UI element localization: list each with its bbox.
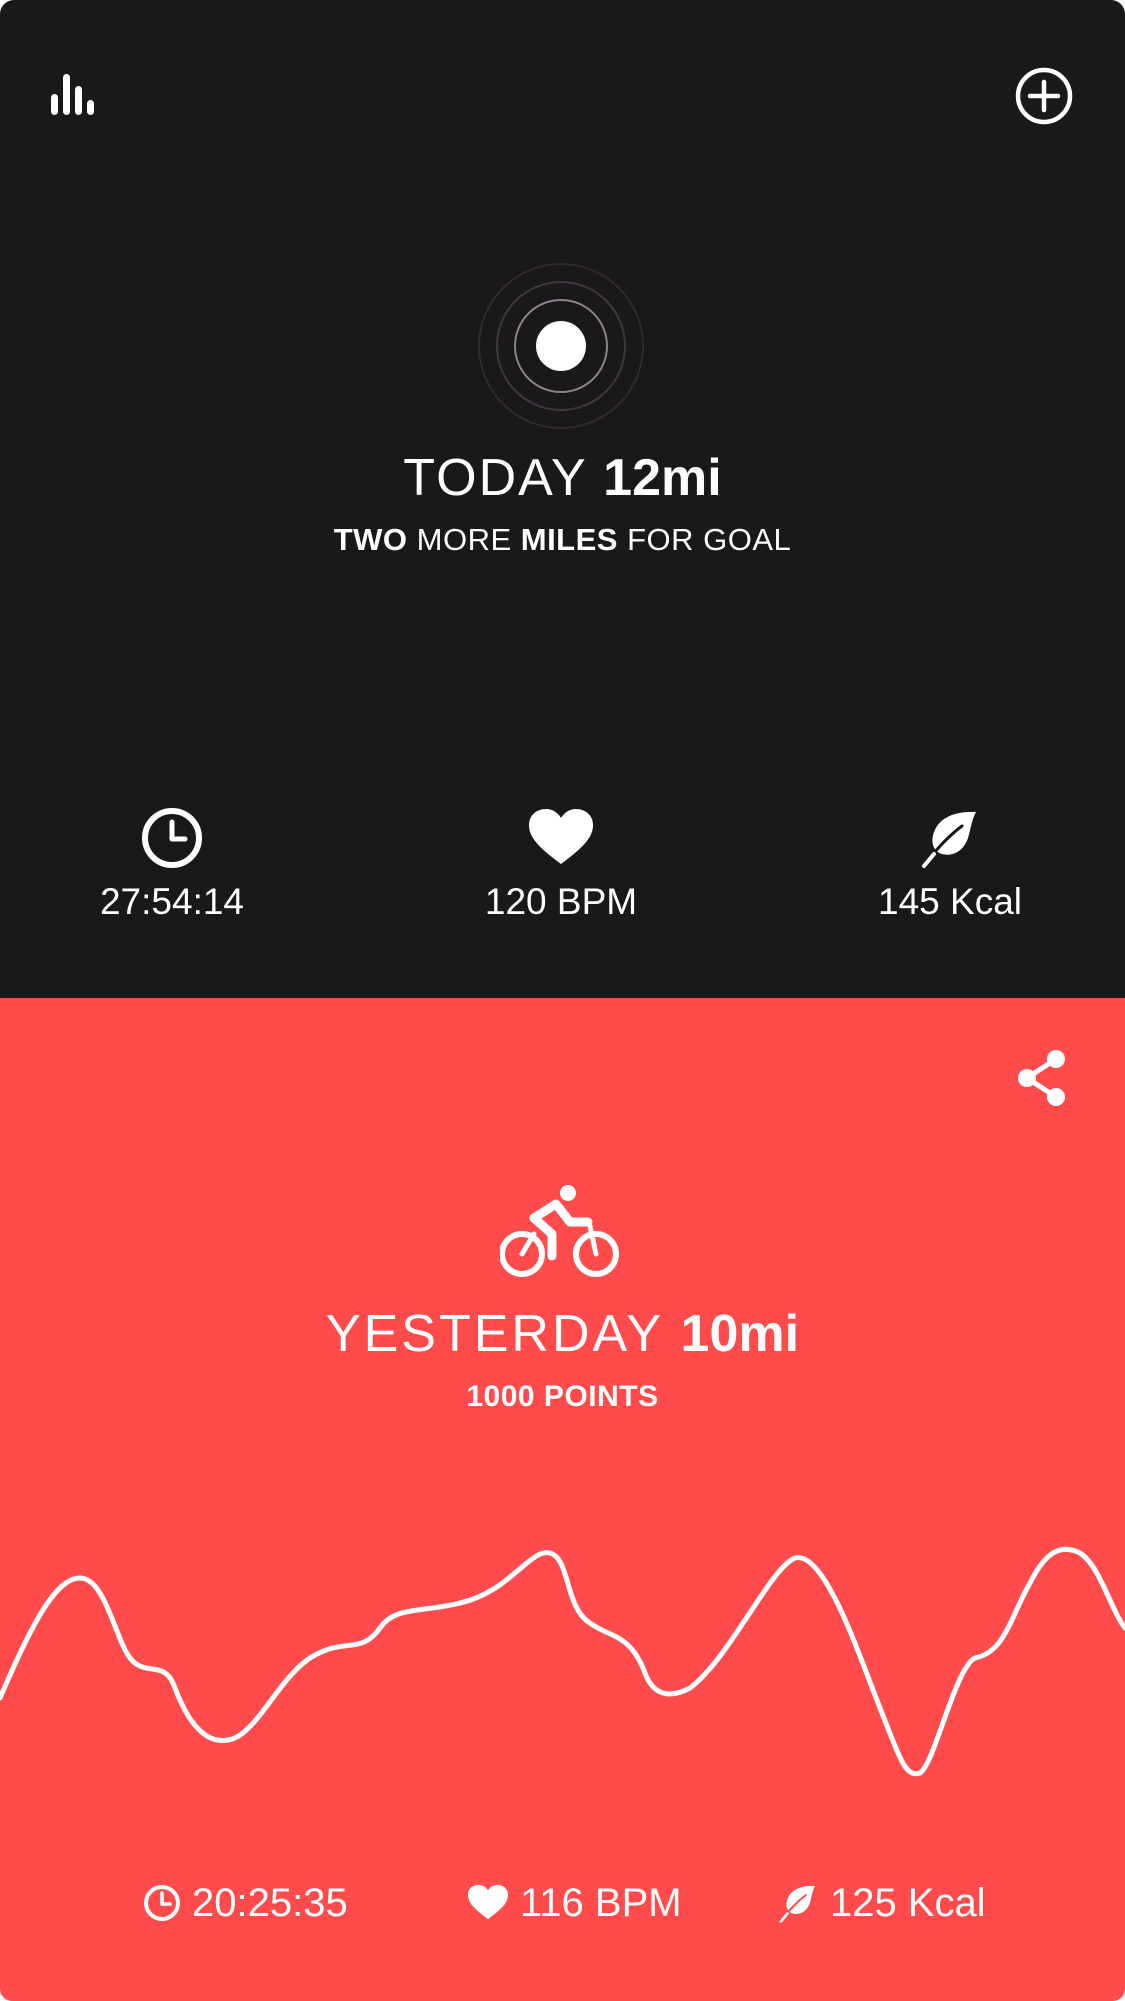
today-heart-rate-metric: 120 BPM: [431, 806, 691, 924]
today-heart-rate-value: 120 BPM: [484, 881, 638, 922]
today-duration-metric: 27:54:14: [42, 806, 302, 924]
today-label: TODAY: [403, 449, 587, 507]
bar-chart-icon[interactable]: [46, 70, 98, 118]
activity-wave-graph: [0, 1546, 1125, 1777]
yesterday-label: YESTERDAY: [325, 1305, 664, 1363]
clock-icon: [144, 1885, 180, 1921]
today-calories-value: 145 Kcal: [878, 881, 1022, 922]
app-screen: TODAY 12mi TWO MORE MILES FOR GOAL 27:54…: [0, 0, 1125, 2001]
yesterday-calories-metric: 125 Kcal: [776, 1878, 986, 1928]
today-distance: 12mi: [603, 449, 722, 507]
yesterday-heart-rate-metric: 116 BPM: [466, 1878, 682, 1928]
points-label: 1000 POINTS: [466, 1380, 659, 1413]
today-distance-heading: TODAY 12mi: [0, 448, 1125, 508]
leaf-icon: [779, 1885, 816, 1923]
today-calories-metric: 145 Kcal: [820, 806, 1080, 924]
yesterday-distance: 10mi: [680, 1305, 800, 1363]
goal-part-3: MILES: [520, 522, 618, 557]
goal-part-4: FOR GOAL: [617, 522, 792, 557]
goal-part-1: TWO: [333, 522, 408, 557]
bicycle-icon: [500, 1185, 619, 1277]
plus-circle-icon[interactable]: [1014, 66, 1074, 126]
goal-message: TWO MORE MILES FOR GOAL: [0, 520, 1125, 560]
today-panel: TODAY 12mi TWO MORE MILES FOR GOAL 27:54…: [0, 0, 1125, 998]
heart-icon: [529, 809, 593, 864]
heart-icon: [468, 1884, 508, 1920]
today-duration-value: 27:54:14: [99, 881, 245, 922]
yesterday-duration-metric: 20:25:35: [142, 1878, 348, 1928]
yesterday-duration-value: 20:25:35: [192, 1881, 348, 1925]
yesterday-calories-value: 125 Kcal: [830, 1881, 986, 1925]
location-pulse-icon: [478, 263, 644, 429]
leaf-icon: [922, 811, 976, 868]
yesterday-distance-heading: YESTERDAY 10mi: [0, 1304, 1125, 1364]
goal-part-2: MORE: [407, 522, 521, 557]
clock-icon: [142, 808, 202, 868]
share-icon[interactable]: [1014, 1048, 1070, 1108]
yesterday-panel: YESTERDAY 10mi 1000 POINTS 20:25:35 116 …: [0, 998, 1125, 2001]
yesterday-heart-rate-value: 116 BPM: [520, 1881, 682, 1925]
